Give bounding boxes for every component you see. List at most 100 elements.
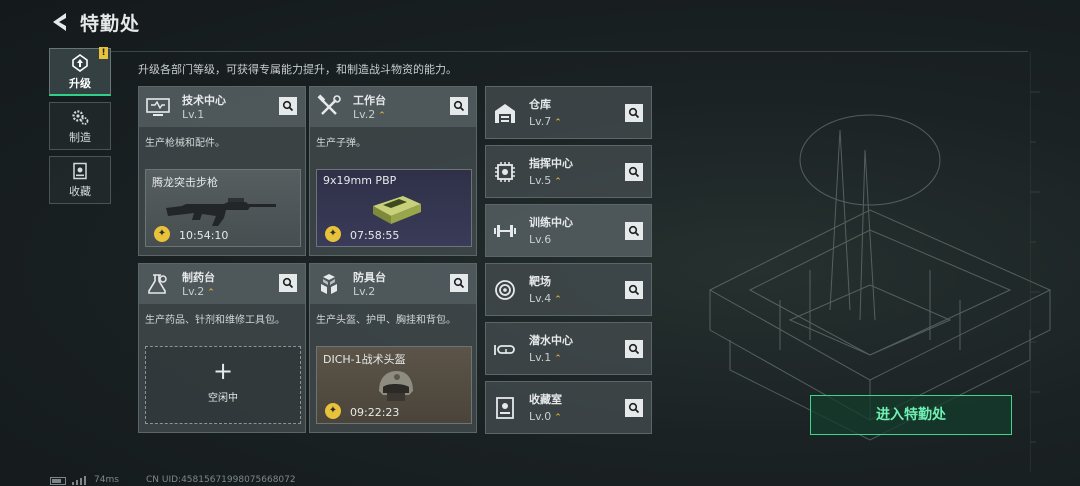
search-icon — [628, 166, 640, 178]
facility-shooting-range[interactable]: 靶场 Lv.4 ⌃ — [485, 263, 652, 316]
sidebar-tab-upgrade[interactable]: ! 升级 — [49, 47, 111, 96]
production-timer: 10:54:10 — [179, 229, 229, 242]
command-center-icon — [495, 162, 515, 182]
facility-warehouse[interactable]: 仓库 Lv.7 ⌃ — [485, 86, 652, 139]
facility-name: 收藏室 — [529, 393, 562, 406]
armor-bench-icon — [321, 274, 337, 294]
page-title: 特勤处 — [80, 13, 141, 35]
upgrade-icon — [72, 54, 88, 72]
rifle-image — [166, 198, 276, 226]
helmet-image — [379, 371, 413, 401]
sidebar-tab-label: 升级 — [69, 77, 91, 90]
signal-icon — [72, 476, 86, 485]
ammo-box-image — [373, 196, 421, 224]
facility-level: Lv.1 ⌃ — [529, 351, 562, 364]
back-arrow-icon[interactable] — [48, 10, 72, 34]
gears-icon — [72, 110, 89, 125]
detail-button[interactable] — [450, 274, 468, 292]
workshop-level: Lv.2 ⌃ — [182, 285, 215, 298]
sidebar-tab-craft[interactable]: 制造 — [49, 102, 111, 150]
detail-button[interactable] — [625, 163, 643, 181]
idle-production-slot[interactable]: + 空闲中 — [145, 346, 301, 424]
search-icon — [628, 225, 640, 237]
workshop-card-pharmacy[interactable]: 制药台 Lv.2 ⌃ 生产药品、针剂和维修工具包。 + 空闲中 — [138, 263, 306, 433]
wrench-icon: ✦ — [154, 226, 170, 242]
workshop-card-workbench[interactable]: 工作台 Lv.2 ⌃ 生产子弹。 9x19mm PBP ✦ 07:58:55 — [309, 86, 477, 256]
detail-button[interactable] — [625, 222, 643, 240]
facility-name: 指挥中心 — [529, 157, 573, 170]
workshop-description: 生产枪械和配件。 — [145, 138, 225, 149]
page-description: 升级各部门等级，可获得专属能力提升，和制造战斗物资的能力。 — [138, 63, 457, 76]
wrench-icon: ✦ — [325, 226, 341, 242]
production-slot[interactable]: 腾龙突击步枪 ✦ 10:54:10 — [145, 169, 301, 247]
search-icon — [628, 284, 640, 296]
sidebar-tab-collection[interactable]: 收藏 — [49, 156, 111, 204]
workshop-card-armor-bench[interactable]: 防具台 Lv.2 生产头盔、护甲、胸挂和背包。 DICH-1战术头盔 ✦ 09:… — [309, 263, 477, 433]
wrench-icon: ✦ — [325, 403, 341, 419]
detail-button[interactable] — [625, 399, 643, 417]
upgrade-available-icon: ⌃ — [554, 354, 562, 364]
ping-readout: 74ms — [94, 475, 119, 485]
production-timer: 09:22:23 — [350, 406, 400, 419]
dumbbell-icon — [494, 225, 516, 237]
workshop-name: 工作台 — [353, 94, 386, 107]
sidebar-tab-label: 制造 — [69, 131, 91, 144]
warehouse-icon — [495, 104, 515, 123]
hud-grid-decoration — [1030, 52, 1040, 472]
product-name: DICH-1战术头盔 — [323, 353, 406, 366]
workshop-level: Lv.1 — [182, 108, 205, 121]
search-icon — [628, 402, 640, 414]
idle-label: 空闲中 — [208, 393, 238, 404]
tech-center-icon — [146, 98, 170, 116]
workshop-name: 防具台 — [353, 271, 386, 284]
upgrade-available-icon: ⌃ — [554, 295, 562, 305]
production-slot[interactable]: DICH-1战术头盔 ✦ 09:22:23 — [316, 346, 472, 424]
collection-room-icon — [496, 397, 514, 419]
search-icon — [282, 100, 294, 112]
add-icon: + — [212, 357, 234, 385]
production-slot[interactable]: 9x19mm PBP ✦ 07:58:55 — [316, 169, 472, 247]
facility-training-center[interactable]: 训练中心 Lv.6 — [485, 204, 652, 257]
workshop-name: 技术中心 — [182, 94, 226, 107]
top-bar: 特勤处 — [0, 0, 1080, 44]
search-icon — [628, 343, 640, 355]
alert-badge: ! — [99, 47, 108, 59]
upgrade-available-icon: ⌃ — [554, 118, 562, 128]
facility-collection-room[interactable]: 收藏室 Lv.0 ⌃ — [485, 381, 652, 434]
facility-name: 靶场 — [529, 275, 551, 288]
search-icon — [453, 277, 465, 289]
detail-button[interactable] — [450, 97, 468, 115]
facility-level: Lv.4 ⌃ — [529, 292, 562, 305]
detail-button[interactable] — [625, 104, 643, 122]
upgrade-available-icon: ⌃ — [378, 111, 386, 121]
search-icon — [282, 277, 294, 289]
workshop-description: 生产头盔、护甲、胸挂和背包。 — [316, 315, 456, 326]
upgrade-available-icon: ⌃ — [554, 413, 562, 423]
detail-button[interactable] — [625, 281, 643, 299]
facility-diving-center[interactable]: 潜水中心 Lv.1 ⌃ — [485, 322, 652, 375]
detail-button[interactable] — [279, 274, 297, 292]
workshop-description: 生产子弹。 — [316, 138, 366, 149]
facility-level: Lv.7 ⌃ — [529, 115, 562, 128]
detail-button[interactable] — [279, 97, 297, 115]
pharmacy-icon — [148, 274, 167, 294]
workshop-card-tech-center[interactable]: 技术中心 Lv.1 生产枪械和配件。 腾龙突击步枪 ✦ 10:54:10 — [138, 86, 306, 256]
facility-level: Lv.0 ⌃ — [529, 410, 562, 423]
battery-icon — [50, 477, 66, 485]
user-id: CN UID:45815671998075668072 — [146, 475, 296, 485]
search-icon — [628, 107, 640, 119]
divider — [110, 51, 1028, 52]
workshop-name: 制药台 — [182, 271, 215, 284]
search-icon — [453, 100, 465, 112]
sidebar-tab-label: 收藏 — [69, 185, 91, 198]
workbench-icon — [317, 94, 341, 115]
facility-level: Lv.5 ⌃ — [529, 174, 562, 187]
detail-button[interactable] — [625, 340, 643, 358]
production-timer: 07:58:55 — [350, 229, 400, 242]
facility-level: Lv.6 — [529, 233, 552, 246]
product-name: 9x19mm PBP — [323, 174, 397, 187]
facility-name: 潜水中心 — [529, 334, 573, 347]
facility-command-center[interactable]: 指挥中心 Lv.5 ⌃ — [485, 145, 652, 198]
workshop-level: Lv.2 — [353, 285, 376, 298]
enter-special-ops-button[interactable]: 进入特勤处 — [810, 395, 1012, 435]
